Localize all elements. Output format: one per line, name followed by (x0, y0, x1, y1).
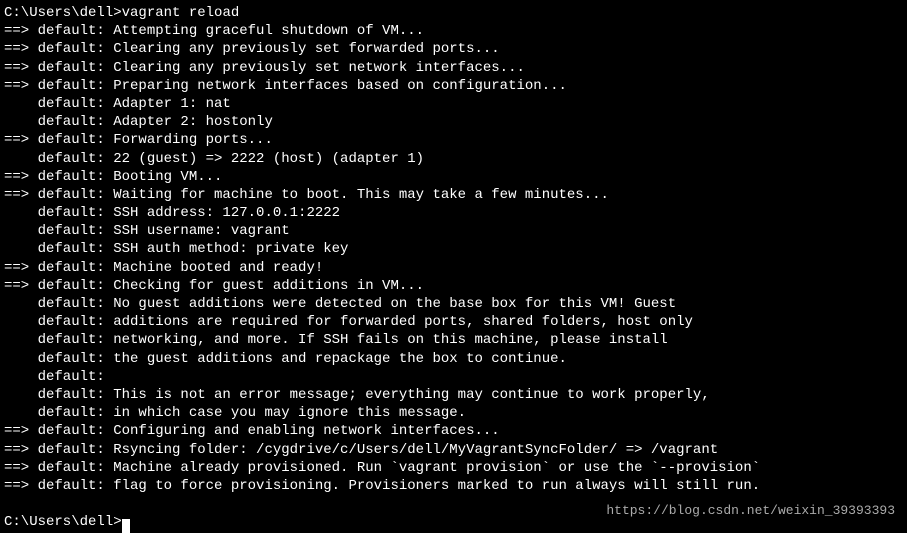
terminal-output-line: default: 22 (guest) => 2222 (host) (adap… (4, 150, 903, 168)
terminal-output-line: ==> default: Machine booted and ready! (4, 259, 903, 277)
terminal-output-line: ==> default: Waiting for machine to boot… (4, 186, 903, 204)
terminal-output-line: default: This is not an error message; e… (4, 386, 903, 404)
terminal-output-line: default: No guest additions were detecte… (4, 295, 903, 313)
terminal-output-line: ==> default: Forwarding ports... (4, 131, 903, 149)
prompt: C:\Users\dell> (4, 5, 122, 21)
terminal-output-line: ==> default: Clearing any previously set… (4, 59, 903, 77)
terminal-output-line: default: additions are required for forw… (4, 313, 903, 331)
terminal-output-line: ==> default: Preparing network interface… (4, 77, 903, 95)
terminal-output-line: ==> default: Booting VM... (4, 168, 903, 186)
cursor-icon (122, 519, 130, 533)
terminal-output-line: ==> default: Rsyncing folder: /cygdrive/… (4, 441, 903, 459)
terminal-output-line: default: in which case you may ignore th… (4, 404, 903, 422)
terminal-output-line: default: Adapter 1: nat (4, 95, 903, 113)
terminal-output-line: default: SSH address: 127.0.0.1:2222 (4, 204, 903, 222)
terminal-output-line: default: the guest additions and repacka… (4, 350, 903, 368)
terminal-output-line: default: Adapter 2: hostonly (4, 113, 903, 131)
terminal-output-line: ==> default: Configuring and enabling ne… (4, 422, 903, 440)
terminal-output-line: ==> default: Machine already provisioned… (4, 459, 903, 477)
terminal-output-line: default: (4, 368, 903, 386)
terminal-output-line: ==> default: Checking for guest addition… (4, 277, 903, 295)
terminal-output-line: ==> default: flag to force provisioning.… (4, 477, 903, 495)
watermark: https://blog.csdn.net/weixin_39393393 (606, 503, 895, 520)
command: vagrant reload (122, 5, 240, 21)
terminal-output-line: default: networking, and more. If SSH fa… (4, 331, 903, 349)
terminal-prompt-line: C:\Users\dell>vagrant reload (4, 4, 903, 22)
terminal-output-line: default: SSH auth method: private key (4, 240, 903, 258)
terminal-output-line: ==> default: Attempting graceful shutdow… (4, 22, 903, 40)
terminal-output-line: default: SSH username: vagrant (4, 222, 903, 240)
terminal-output-line: ==> default: Clearing any previously set… (4, 40, 903, 58)
